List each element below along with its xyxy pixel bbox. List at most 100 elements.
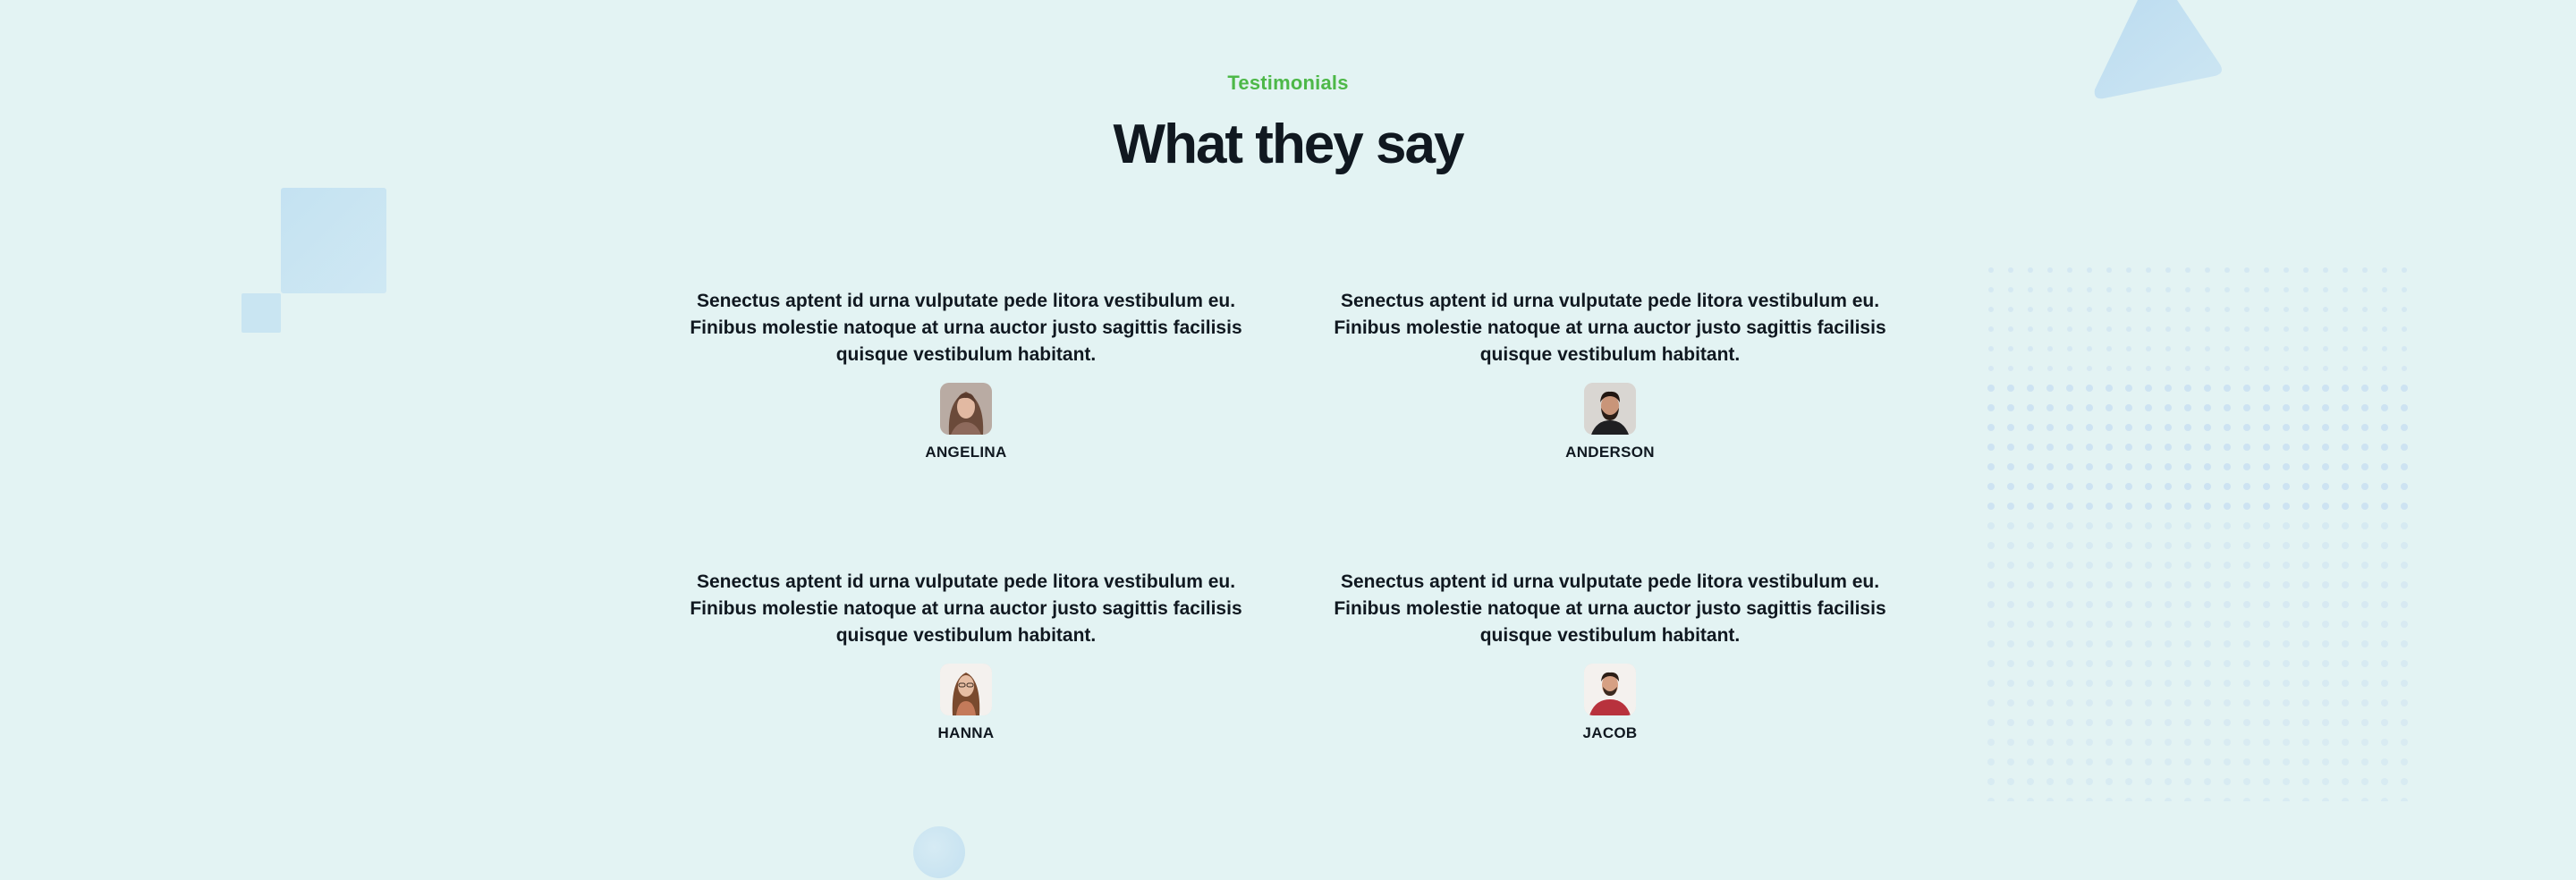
decor-dot [1987, 798, 1995, 801]
decor-dot [2046, 699, 2054, 707]
decor-dot [2087, 267, 2092, 273]
decor-dot [2007, 680, 2014, 687]
decor-dot [2106, 581, 2113, 588]
decor-dot [2302, 798, 2309, 801]
decor-dot [2204, 778, 2211, 785]
decor-dot [2323, 326, 2328, 332]
decor-dot [2342, 719, 2349, 726]
decor-dot [2204, 739, 2211, 746]
decor-dot [2145, 719, 2152, 726]
decor-dot [2027, 739, 2034, 746]
decor-dot [2283, 660, 2290, 667]
decor-dot [2302, 699, 2309, 707]
decor-dot [2106, 758, 2113, 766]
decor-dot [1987, 719, 1995, 726]
decor-dot [2145, 424, 2152, 431]
decor-dot [2066, 640, 2073, 647]
decor-dot [2046, 621, 2054, 628]
decor-dot [2184, 444, 2191, 451]
decor-dot [2204, 640, 2211, 647]
decor-dot [2243, 680, 2250, 687]
decor-dot [2224, 404, 2231, 411]
decor-dot [2066, 699, 2073, 707]
decor-dot [2381, 621, 2388, 628]
decorative-dot-grid [1987, 267, 2408, 801]
decor-dot [2361, 581, 2368, 588]
decor-dot [2263, 660, 2270, 667]
decor-dot [2184, 660, 2191, 667]
decor-dot [2381, 778, 2388, 785]
decor-dot [2007, 798, 2014, 801]
decor-dot [2264, 287, 2269, 292]
decor-dot [2342, 640, 2349, 647]
decor-dot [2046, 660, 2054, 667]
decor-dot [2224, 424, 2231, 431]
decor-dot [2067, 326, 2072, 332]
decor-dot [2343, 346, 2348, 351]
decor-dot [2125, 798, 2132, 801]
decor-dot [2204, 444, 2211, 451]
decor-dot [2204, 404, 2211, 411]
decor-dot [2126, 307, 2131, 312]
decor-dot [2165, 562, 2172, 569]
decor-dot [2402, 326, 2407, 332]
decor-dot [2086, 680, 2093, 687]
decor-dot [2046, 680, 2054, 687]
avatar [940, 383, 992, 435]
decor-dot [2263, 699, 2270, 707]
decor-dot [2008, 287, 2013, 292]
decor-dot [2283, 503, 2290, 510]
decor-dot [2342, 739, 2349, 746]
decor-dot [2106, 463, 2113, 470]
decor-dot [2145, 758, 2152, 766]
decor-dot [2243, 601, 2250, 608]
decor-dot [2204, 758, 2211, 766]
decor-dot [2401, 739, 2408, 746]
decor-dot [2106, 739, 2113, 746]
decor-dot [2342, 601, 2349, 608]
decor-dot [2007, 719, 2014, 726]
decor-dot [2106, 542, 2113, 549]
decor-dot [2184, 699, 2191, 707]
decor-dot [2362, 307, 2368, 312]
decor-dot [2224, 621, 2231, 628]
decor-dot [1987, 503, 1995, 510]
decor-dot [2381, 424, 2388, 431]
decor-dot [2086, 404, 2093, 411]
decor-dot [2342, 444, 2349, 451]
decor-dot [2284, 287, 2289, 292]
decor-dot [2322, 680, 2329, 687]
decor-dot [2224, 640, 2231, 647]
decor-dot [2204, 601, 2211, 608]
decor-dot [2066, 444, 2073, 451]
decor-dot [2284, 267, 2289, 273]
decor-dot [2028, 287, 2033, 292]
decor-dot [2007, 483, 2014, 490]
decor-dot [2263, 385, 2270, 392]
decor-dot [2302, 739, 2309, 746]
decor-dot [2145, 483, 2152, 490]
decor-dot [2028, 307, 2033, 312]
decor-dot [1988, 267, 1994, 273]
avatar [940, 664, 992, 715]
decor-dot [2283, 444, 2290, 451]
decor-dot [1987, 621, 1995, 628]
decor-dot [2283, 621, 2290, 628]
decor-dot [2007, 601, 2014, 608]
decor-dot [2224, 463, 2231, 470]
decor-dot [2046, 719, 2054, 726]
decor-dot [2125, 739, 2132, 746]
decor-dot [2165, 404, 2172, 411]
testimonial-name: JACOB [1582, 724, 1638, 741]
decor-dot [2066, 798, 2073, 801]
decor-dot [2145, 404, 2152, 411]
decor-dot [2125, 680, 2132, 687]
decor-dot [2322, 483, 2329, 490]
decor-dot [2184, 385, 2191, 392]
decor-dot [2066, 424, 2073, 431]
decor-dot [2342, 621, 2349, 628]
decor-dot [2362, 267, 2368, 273]
decor-dot [2361, 660, 2368, 667]
decor-dot [1987, 758, 1995, 766]
decor-dot [2342, 542, 2349, 549]
